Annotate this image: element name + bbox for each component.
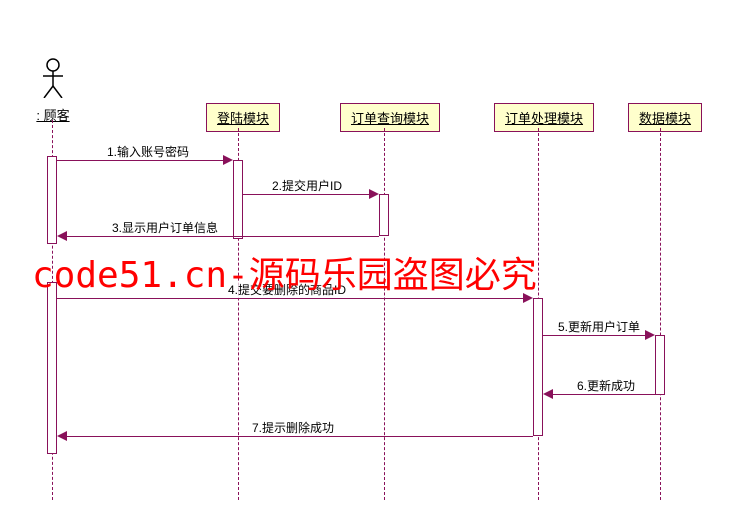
- msg2-line: [243, 194, 373, 195]
- msg7-line: [63, 436, 533, 437]
- msg1-arrow: [223, 155, 233, 165]
- msg4-line: [57, 298, 527, 299]
- activation-actor-1: [47, 156, 57, 244]
- msg6-label: 6.更新成功: [575, 377, 637, 394]
- activation-data: [655, 335, 665, 395]
- msg6-line: [549, 394, 655, 395]
- participant-data: 数据模块: [628, 103, 702, 132]
- sequence-diagram: : 顾客 登陆模块 订单查询模块 订单处理模块 数据模块 1.输入账号密码 2.…: [0, 0, 753, 514]
- msg5-line: [543, 335, 649, 336]
- activation-actor-2: [47, 282, 57, 454]
- participant-proc: 订单处理模块: [494, 103, 594, 132]
- lifeline-query: [384, 128, 385, 500]
- msg3-line: [63, 236, 379, 237]
- activation-proc: [533, 298, 543, 436]
- msg3-label: 3.显示用户订单信息: [110, 219, 220, 236]
- msg6-arrow: [543, 389, 553, 399]
- msg7-label: 7.提示删除成功: [250, 419, 336, 436]
- participant-login: 登陆模块: [206, 103, 280, 132]
- lifeline-data: [660, 128, 661, 500]
- actor-label: : 顾客: [28, 105, 78, 124]
- participant-query: 订单查询模块: [340, 103, 440, 132]
- msg5-label: 5.更新用户订单: [556, 318, 642, 335]
- msg2-label: 2.提交用户ID: [270, 177, 344, 194]
- msg1-line: [57, 160, 227, 161]
- msg1-label: 1.输入账号密码: [105, 143, 191, 160]
- activation-query: [379, 194, 389, 236]
- msg7-arrow: [57, 431, 67, 441]
- actor-icon: [41, 58, 65, 98]
- actor-customer: : 顾客: [28, 58, 78, 124]
- activation-login: [233, 160, 243, 239]
- msg3-arrow: [57, 231, 67, 241]
- msg5-arrow: [645, 330, 655, 340]
- msg2-arrow: [369, 189, 379, 199]
- watermark-text: code51.cn-源码乐园盗图必究: [32, 246, 537, 298]
